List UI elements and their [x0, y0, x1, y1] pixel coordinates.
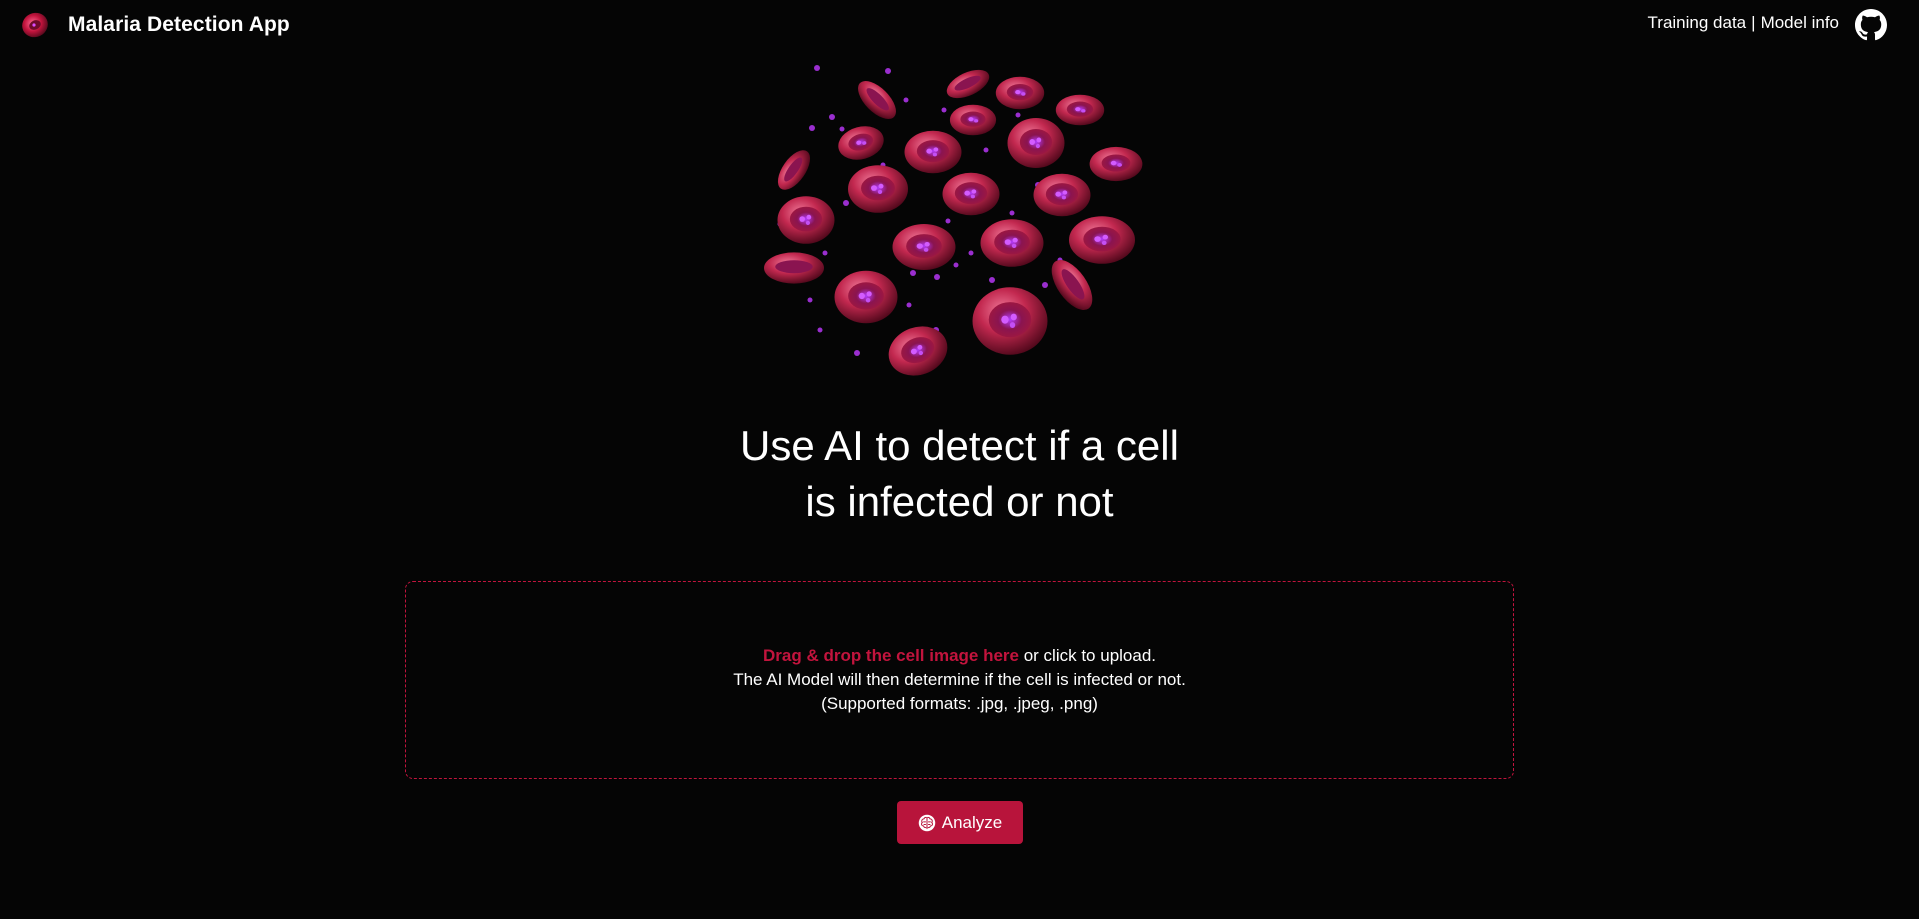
dropzone-line-2: The AI Model will then determine if the … — [733, 670, 1186, 689]
github-icon[interactable] — [1855, 9, 1887, 41]
image-upload-dropzone[interactable]: Drag & drop the cell image here or click… — [405, 581, 1514, 779]
dropzone-upload-text: or click to upload. — [1019, 646, 1157, 665]
training-data-link[interactable]: Training data — [1648, 13, 1747, 33]
headline-line-1: Use AI to detect if a cell — [740, 422, 1179, 469]
dropzone-formats: (Supported formats: .jpg, .jpeg, .png) — [821, 694, 1098, 713]
page-headline: Use AI to detect if a cell is infected o… — [0, 418, 1919, 530]
brain-icon — [918, 814, 935, 831]
nav-separator: | — [1751, 13, 1756, 32]
brand[interactable]: Malaria Detection App — [20, 10, 290, 40]
app-header: Malaria Detection App Training data | Mo… — [0, 0, 1919, 50]
dropzone-line-1: Drag & drop the cell image here or click… — [763, 644, 1156, 668]
dropzone-highlight-text: Drag & drop the cell image here — [762, 646, 1019, 665]
blood-cell-logo-icon — [22, 12, 48, 38]
top-nav: Training data | Model info — [1648, 13, 1839, 33]
analyze-button[interactable]: Analyze — [897, 801, 1023, 844]
app-title: Malaria Detection App — [68, 13, 290, 36]
blood-cells-illustration — [764, 64, 1143, 384]
page: Malaria Detection App Training data | Mo… — [0, 0, 1919, 919]
headline-line-2: is infected or not — [805, 478, 1114, 525]
model-info-link[interactable]: Model info — [1761, 13, 1839, 33]
analyze-button-label: Analyze — [941, 812, 1003, 832]
